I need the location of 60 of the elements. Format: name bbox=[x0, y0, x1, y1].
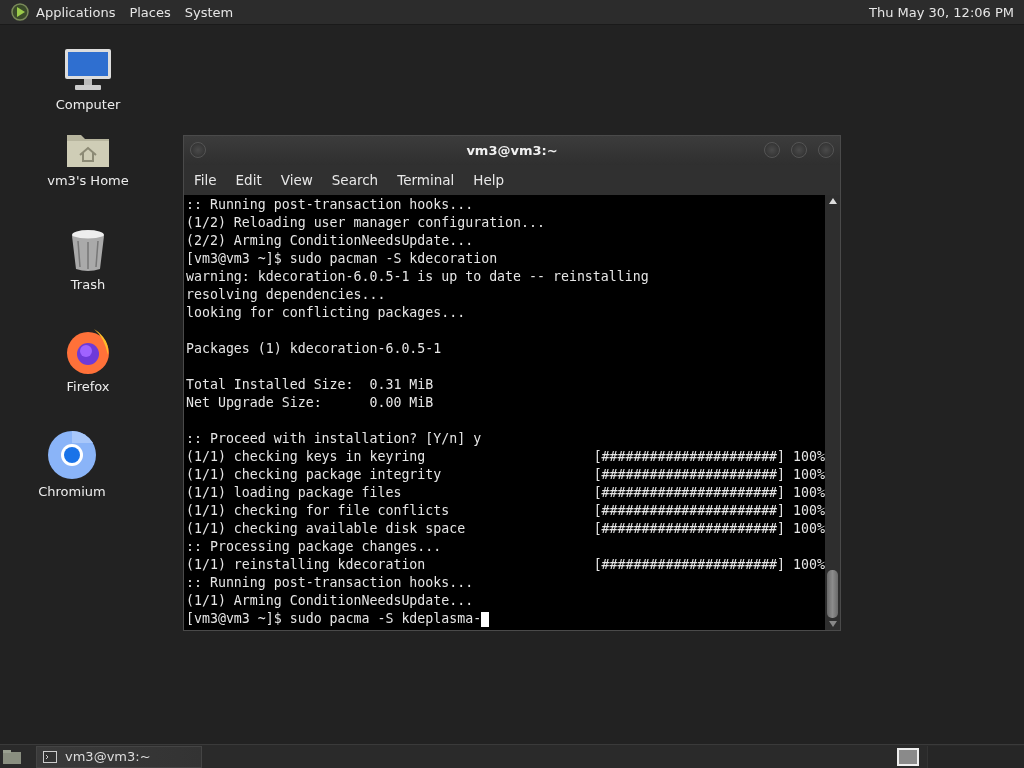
show-desktop-icon[interactable] bbox=[2, 748, 22, 765]
chromium-icon[interactable] bbox=[47, 430, 97, 480]
terminal-line: (2/2) Arming ConditionNeedsUpdate... bbox=[186, 232, 474, 250]
progress-bar-text: [######################] bbox=[593, 556, 786, 574]
taskbar-button[interactable]: vm3@vm3:~ bbox=[36, 745, 202, 768]
window-title: vm3@vm3:~ bbox=[466, 143, 558, 158]
menu-item[interactable]: Help bbox=[473, 172, 505, 188]
terminal-line: (1/1) reinstalling kdecoration bbox=[186, 556, 427, 574]
scroll-down-icon[interactable] bbox=[828, 621, 837, 627]
menu-item[interactable]: Edit bbox=[235, 172, 262, 188]
progress-bar-text: [######################] bbox=[593, 502, 786, 520]
scrollbar-thumb[interactable] bbox=[827, 570, 838, 618]
terminal-line: (1/1) Arming ConditionNeedsUpdate... bbox=[186, 592, 474, 610]
terminal-line: (1/1) checking keys in keyring bbox=[186, 448, 427, 466]
terminal-line: (1/1) checking for file conflicts bbox=[186, 502, 451, 520]
desktop-icon-label[interactable]: Computer bbox=[55, 97, 121, 112]
text-cursor bbox=[481, 612, 490, 627]
panel-menu[interactable]: Applications bbox=[36, 4, 116, 20]
menu-item[interactable]: View bbox=[280, 172, 313, 188]
panel-menu[interactable]: System bbox=[184, 4, 234, 20]
progress-percent: 100% bbox=[793, 466, 825, 484]
menu-logo-icon[interactable] bbox=[10, 2, 30, 22]
scroll-up-icon[interactable] bbox=[828, 198, 837, 204]
desktop-icon-label[interactable]: Firefox bbox=[66, 379, 110, 394]
terminal-icon bbox=[43, 750, 57, 763]
menu-item[interactable]: File bbox=[194, 172, 217, 188]
progress-bar-text: [######################] bbox=[593, 484, 786, 502]
desktop-icon-label[interactable]: Chromium bbox=[38, 484, 106, 499]
desktop-icon-label[interactable]: Trash bbox=[70, 277, 106, 292]
terminal-line: resolving dependencies... bbox=[186, 286, 386, 304]
progress-percent: 100% bbox=[793, 556, 825, 574]
terminal-line: (1/2) Reloading user manager configuration... bbox=[186, 214, 545, 232]
progress-percent: 100% bbox=[793, 502, 825, 520]
terminal-line: :: Running post-transaction hooks... bbox=[186, 574, 474, 592]
progress-percent: 100% bbox=[793, 520, 825, 538]
terminal-line: Total Installed Size: 0.31 MiB bbox=[186, 376, 434, 394]
progress-bar-text: [######################] bbox=[593, 466, 786, 484]
clock[interactable]: Thu May 30, 12:06 PM bbox=[868, 4, 1014, 20]
terminal-line: (1/1) loading package files bbox=[186, 484, 403, 502]
terminal-line: (1/1) checking package integrity bbox=[186, 466, 443, 484]
scrollbar[interactable] bbox=[825, 195, 840, 630]
progress-percent: 100% bbox=[793, 484, 825, 502]
menu-item[interactable]: Terminal bbox=[397, 172, 455, 188]
terminal-line: looking for conflicting packages... bbox=[186, 304, 466, 322]
progress-bar-text: [######################] bbox=[593, 448, 786, 466]
terminal-line: :: Processing package changes... bbox=[186, 538, 442, 556]
terminal-line: warning: kdecoration-6.0.5-1 is up to date -- reinstalling bbox=[186, 268, 649, 286]
panel-menu[interactable]: Places bbox=[129, 4, 171, 20]
terminal-line: (1/1) checking available disk space bbox=[186, 520, 467, 538]
progress-percent: 100% bbox=[793, 448, 825, 466]
desktop-icon-label[interactable]: vm3's Home bbox=[47, 173, 129, 188]
progress-bar-text: [######################] bbox=[593, 520, 786, 538]
terminal-line: :: Proceed with installation? [Y/n] y bbox=[186, 430, 482, 448]
terminal-line: [vm3@vm3 ~]$ sudo pacman -S kdecoration bbox=[186, 250, 498, 268]
workspace-switcher[interactable] bbox=[897, 747, 919, 766]
terminal-line: Packages (1) kdecoration-6.0.5-1 bbox=[186, 340, 442, 358]
menu-item[interactable]: Search bbox=[331, 172, 379, 188]
terminal-line: Net Upgrade Size: 0.00 MiB bbox=[186, 394, 434, 412]
command-line[interactable]: [vm3@vm3 ~]$ sudo pacma -S kdeplasma- bbox=[186, 610, 482, 628]
terminal-line: :: Running post-transaction hooks... bbox=[186, 196, 474, 214]
